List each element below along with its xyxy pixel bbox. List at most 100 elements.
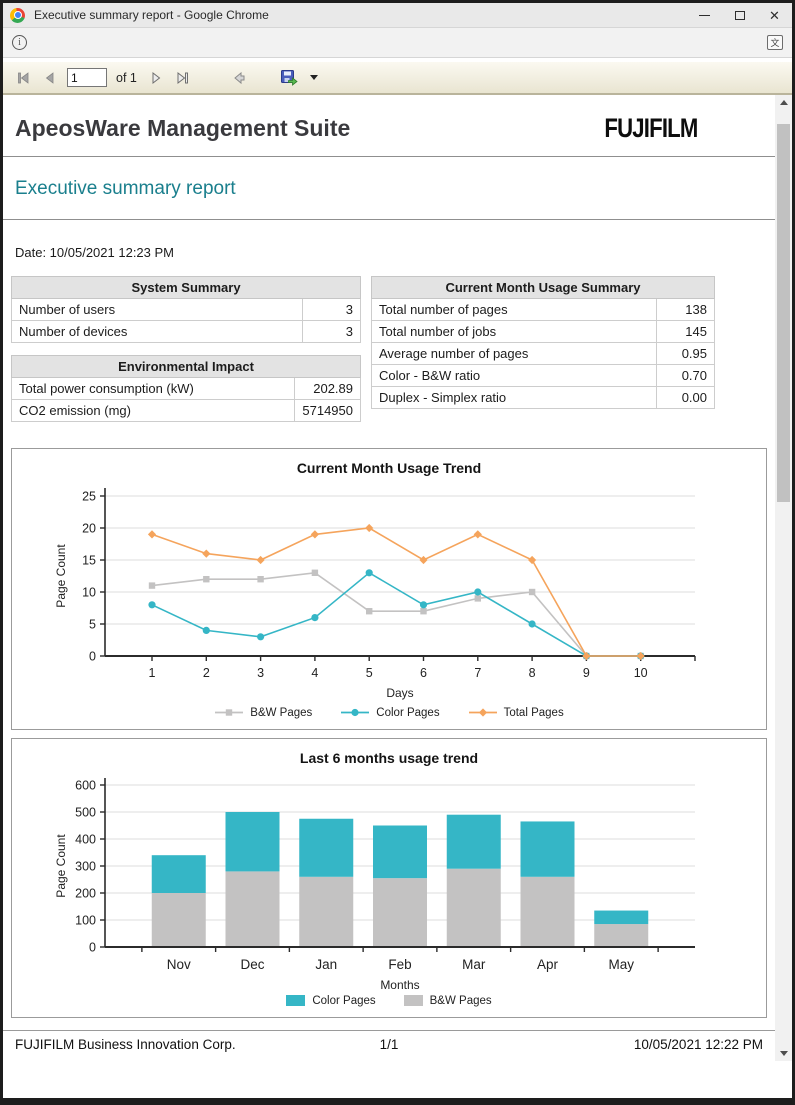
scroll-down-button[interactable] [775,1046,792,1061]
next-page-button[interactable] [146,68,166,88]
footer-datetime: 10/05/2021 12:22 PM [398,1037,763,1052]
close-button[interactable]: ✕ [757,3,792,27]
legend-swatch [286,994,306,1007]
table-row: Average number of pages0.95 [372,343,715,365]
maximize-button[interactable] [722,3,757,27]
table-title: Environmental Impact [12,356,361,378]
svg-text:Days: Days [386,686,413,700]
svg-text:5: 5 [89,618,96,632]
svg-text:100: 100 [75,914,96,928]
legend-item: Color Pages [286,994,375,1007]
legend-label: Total Pages [504,707,564,719]
table-row: Number of devices3 [12,321,361,343]
legend-item: B&W Pages [404,994,492,1007]
row-label: Duplex - Simplex ratio [372,387,657,409]
svg-text:5: 5 [366,666,373,680]
table-row: CO2 emission (mg)5714950 [12,400,361,422]
footer-company: FUJIFILM Business Innovation Corp. [15,1037,380,1052]
first-page-button[interactable] [13,68,33,88]
page-info-icon[interactable]: i [12,35,27,50]
row-value: 138 [657,299,715,321]
maximize-icon [735,11,745,20]
data-table: System SummaryNumber of users3Number of … [11,276,361,343]
svg-text:3: 3 [257,666,264,680]
monthly-usage-bar-chart: 0100200300400500600NovDecJanFebMarAprMay… [19,768,759,992]
monthly-usage-chart-title: Last 6 months usage trend [12,739,766,766]
chrome-icon [10,8,25,23]
report-toolbar: of 1 [3,62,792,95]
last-page-icon [176,71,190,85]
back-button[interactable] [229,68,249,88]
svg-text:1: 1 [149,666,156,680]
row-value: 202.89 [295,378,361,400]
monthly-usage-legend: Color Pages B&W Pages [12,992,766,1017]
row-value: 145 [657,321,715,343]
scroll-up-icon [780,100,788,105]
svg-text:Apr: Apr [537,957,559,972]
svg-text:Jan: Jan [315,957,337,972]
report-footer: FUJIFILM Business Innovation Corp. 1/1 1… [3,1030,775,1052]
close-icon: ✕ [769,9,780,22]
svg-text:Months: Months [380,978,419,992]
fujifilm-logo: FUJIFILM [604,113,697,144]
footer-page-number: 1/1 [380,1037,399,1052]
minimize-icon [699,15,710,16]
minimize-button[interactable] [687,3,722,27]
report-title: Executive summary report [3,157,775,200]
scrollbar-thumb[interactable] [777,124,790,502]
legend-label: B&W Pages [430,995,492,1007]
environmental-impact-table: Environmental ImpactTotal power consumpt… [11,355,361,422]
data-table: Environmental ImpactTotal power consumpt… [11,355,361,422]
scroll-down-icon [780,1051,788,1056]
svg-text:9: 9 [583,666,590,680]
window-title: Executive summary report - Google Chrome [34,8,687,22]
svg-text:7: 7 [474,666,481,680]
svg-text:Nov: Nov [167,957,191,972]
usage-trend-line-chart: 051015202512345678910DaysPage Count [19,478,759,704]
current-month-usage-table: Current Month Usage SummaryTotal number … [371,276,715,409]
svg-text:300: 300 [75,860,96,874]
first-page-icon [16,71,30,85]
row-value: 5714950 [295,400,361,422]
export-dropdown-caret[interactable] [310,75,318,80]
legend-item: Color Pages [340,706,439,719]
summary-tables: System SummaryNumber of users3Number of … [3,260,775,434]
row-value: 0.70 [657,365,715,387]
legend-label: Color Pages [376,707,439,719]
translate-icon[interactable]: 文 [767,35,783,50]
svg-text:2: 2 [203,666,210,680]
svg-text:Mar: Mar [462,957,486,972]
export-button[interactable] [277,68,301,88]
row-value: 3 [303,321,361,343]
report-date: Date: 10/05/2021 12:23 PM [3,220,775,260]
row-label: CO2 emission (mg) [12,400,295,422]
last-page-button[interactable] [173,68,193,88]
page-number-input[interactable] [67,68,107,87]
svg-text:0: 0 [89,650,96,664]
svg-text:8: 8 [529,666,536,680]
table-title: Current Month Usage Summary [372,277,715,299]
row-label: Total power consumption (kW) [12,378,295,400]
row-label: Number of devices [12,321,303,343]
previous-page-button[interactable] [40,68,60,88]
svg-text:20: 20 [82,522,96,536]
page-count-label: of 1 [116,71,137,85]
system-summary-table: System SummaryNumber of users3Number of … [11,276,361,343]
row-value: 0.95 [657,343,715,365]
svg-text:4: 4 [311,666,318,680]
scroll-up-button[interactable] [775,95,792,110]
row-label: Total number of pages [372,299,657,321]
table-row: Color - B&W ratio0.70 [372,365,715,387]
svg-text:Dec: Dec [240,957,264,972]
legend-swatch [214,706,244,719]
svg-text:600: 600 [75,779,96,793]
svg-text:Page Count: Page Count [54,544,68,608]
svg-text:May: May [608,957,634,972]
table-row: Number of users3 [12,299,361,321]
legend-item: B&W Pages [214,706,312,719]
monthly-usage-chart-box: Last 6 months usage trend 01002003004005… [11,738,767,1018]
legend-swatch [340,706,370,719]
legend-swatch [468,706,498,719]
vertical-scrollbar[interactable] [775,95,792,1061]
legend-label: B&W Pages [250,707,312,719]
